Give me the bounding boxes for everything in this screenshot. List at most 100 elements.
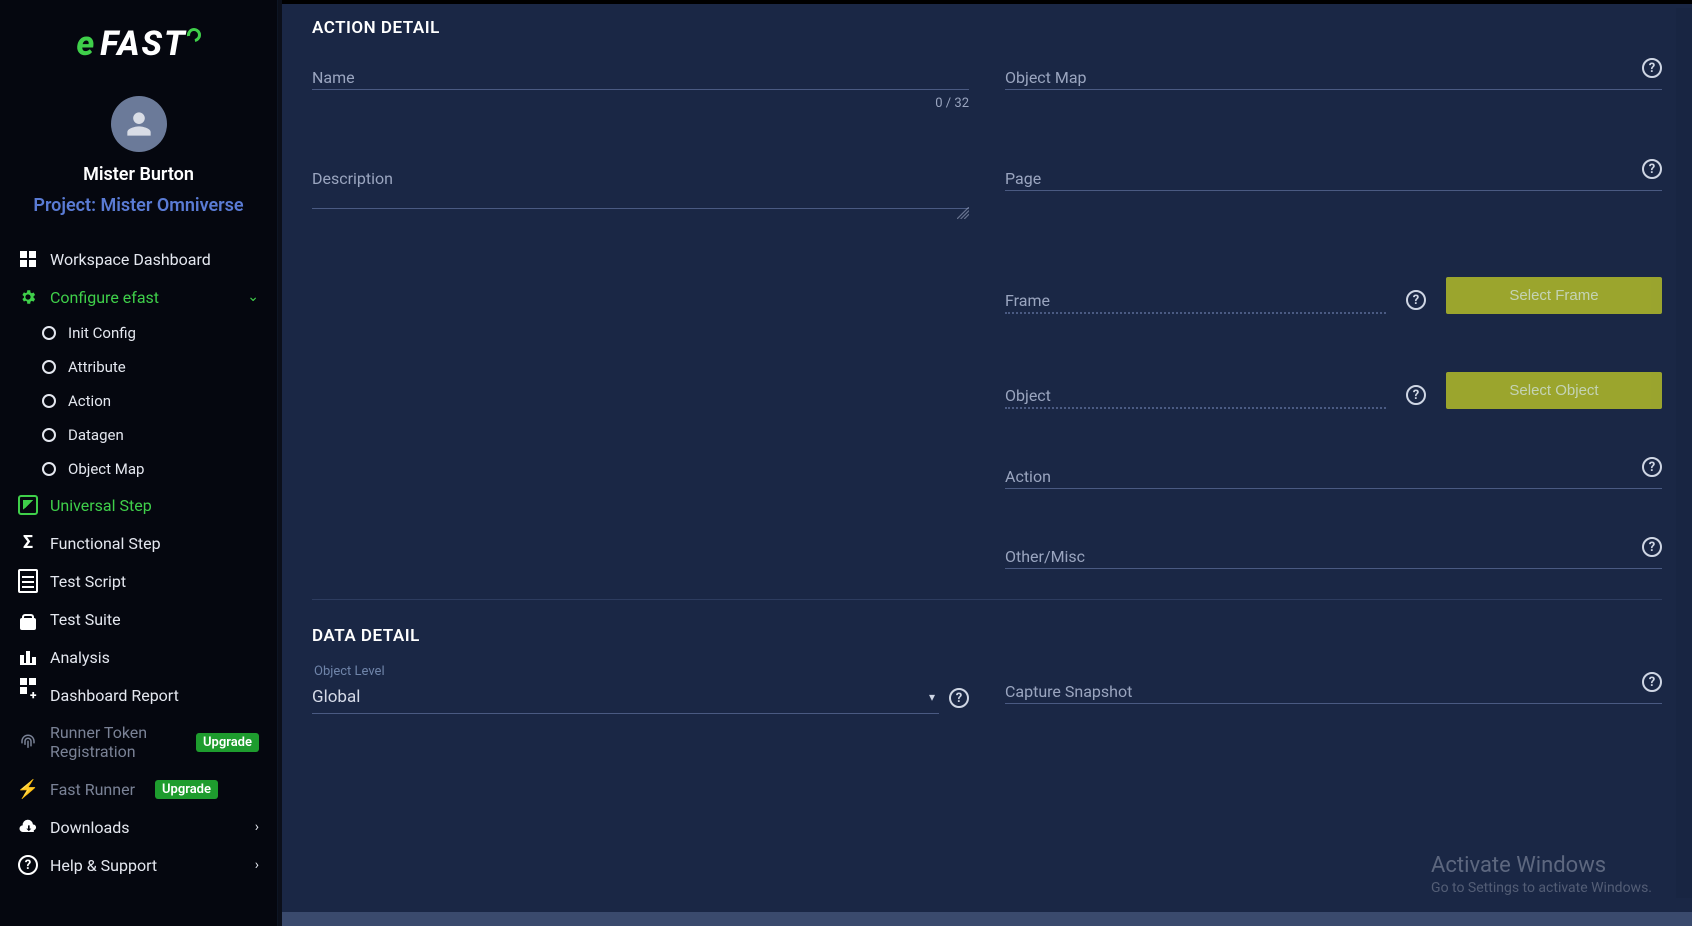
sidebar-subitem-datagen[interactable]: Datagen bbox=[24, 418, 277, 452]
sidebar-item-universal-step[interactable]: Universal Step bbox=[0, 486, 277, 524]
description-label: Description bbox=[312, 169, 969, 188]
help-icon[interactable]: ? bbox=[1642, 672, 1662, 692]
sidebar-item-label: Universal Step bbox=[50, 496, 152, 515]
radio-icon bbox=[42, 394, 56, 408]
radio-icon bbox=[42, 360, 56, 374]
chart-icon bbox=[18, 647, 38, 667]
chevron-down-icon: ⌄ bbox=[247, 289, 259, 305]
help-icon[interactable]: ? bbox=[1642, 537, 1662, 557]
capture-snapshot-label: Capture Snapshot bbox=[1005, 682, 1662, 701]
help-icon[interactable]: ? bbox=[1406, 385, 1426, 405]
suitcase-icon bbox=[18, 609, 38, 629]
object-level-value: Global bbox=[312, 679, 939, 713]
object-field[interactable]: Object bbox=[1005, 386, 1386, 409]
sidebar-item-label: Fast Runner bbox=[50, 780, 135, 799]
sidebar-item-help-support[interactable]: ? Help & Support › bbox=[0, 846, 277, 884]
help-icon[interactable]: ? bbox=[949, 688, 969, 708]
other-misc-field[interactable]: ? Other/Misc bbox=[1005, 547, 1662, 569]
bolt-icon: ⚡ bbox=[18, 779, 38, 799]
data-detail-title: DATA DETAIL bbox=[312, 626, 1662, 646]
sidebar-item-test-script[interactable]: Test Script bbox=[0, 562, 277, 600]
textarea-resize-handle-icon[interactable] bbox=[957, 207, 969, 219]
sidebar-subitem-action[interactable]: Action bbox=[24, 384, 277, 418]
brand-e: e bbox=[76, 24, 96, 64]
caret-down-icon: ▾ bbox=[929, 690, 935, 704]
object-level-label: Object Level bbox=[314, 664, 969, 679]
dashboard-grid-icon bbox=[18, 249, 38, 269]
radio-icon bbox=[42, 462, 56, 476]
horizontal-scrollbar[interactable] bbox=[282, 912, 1692, 926]
section-divider bbox=[312, 599, 1662, 600]
page-label: Page bbox=[1005, 169, 1662, 188]
object-map-field[interactable]: ? Object Map bbox=[1005, 68, 1662, 90]
help-icon[interactable]: ? bbox=[1642, 159, 1662, 179]
sidebar-item-label: Functional Step bbox=[50, 534, 161, 553]
sidebar-item-label: Attribute bbox=[68, 358, 126, 376]
grid-plus-icon bbox=[18, 685, 38, 705]
object-label: Object bbox=[1005, 386, 1386, 405]
chevron-right-icon: › bbox=[255, 819, 259, 835]
description-field[interactable]: Description bbox=[312, 169, 969, 219]
frame-field[interactable]: Frame bbox=[1005, 291, 1386, 314]
sidebar-item-functional-step[interactable]: Σ Functional Step bbox=[0, 524, 277, 562]
sidebar-item-label: Runner Token Registration bbox=[50, 723, 176, 761]
sidebar-item-label: Workspace Dashboard bbox=[50, 250, 211, 269]
avatar-person-icon bbox=[125, 110, 153, 138]
sidebar-nav: Workspace Dashboard Configure efast ⌄ In… bbox=[0, 240, 277, 926]
sidebar-item-downloads[interactable]: Downloads › bbox=[0, 808, 277, 846]
project-label[interactable]: Project: Mister Omniverse bbox=[0, 195, 277, 216]
sidebar-item-label: Object Map bbox=[68, 460, 144, 478]
radio-icon bbox=[42, 326, 56, 340]
sidebar-item-runner-token[interactable]: Runner Token Registration Upgrade bbox=[0, 714, 277, 770]
sidebar: eFAST Mister Burton Project: Mister Omni… bbox=[0, 0, 278, 926]
sidebar-item-label: Datagen bbox=[68, 426, 124, 444]
brand-fast: FAST bbox=[100, 24, 186, 64]
radio-icon bbox=[42, 428, 56, 442]
object-map-label: Object Map bbox=[1005, 68, 1662, 87]
sidebar-item-label: Action bbox=[68, 392, 111, 410]
fingerprint-icon bbox=[18, 732, 38, 752]
windows-activation-watermark: Activate Windows Go to Settings to activ… bbox=[1431, 853, 1652, 896]
sidebar-item-test-suite[interactable]: Test Suite bbox=[0, 600, 277, 638]
action-label: Action bbox=[1005, 467, 1662, 486]
sidebar-item-workspace-dashboard[interactable]: Workspace Dashboard bbox=[0, 240, 277, 278]
step-icon bbox=[18, 495, 38, 515]
chevron-right-icon: › bbox=[255, 857, 259, 873]
sidebar-item-label: Init Config bbox=[68, 324, 136, 342]
other-misc-label: Other/Misc bbox=[1005, 547, 1662, 566]
help-icon[interactable]: ? bbox=[1642, 58, 1662, 78]
select-frame-button[interactable]: Select Frame bbox=[1446, 277, 1662, 314]
select-object-button[interactable]: Select Object bbox=[1446, 372, 1662, 409]
upgrade-badge[interactable]: Upgrade bbox=[196, 733, 259, 752]
frame-label: Frame bbox=[1005, 291, 1386, 310]
action-detail-title: ACTION DETAIL bbox=[312, 18, 1662, 38]
sidebar-item-label: Configure efast bbox=[50, 288, 159, 307]
sigma-icon: Σ bbox=[18, 533, 38, 553]
sidebar-item-label: Test Suite bbox=[50, 610, 121, 629]
cloud-download-icon bbox=[18, 817, 38, 837]
user-name: Mister Burton bbox=[0, 164, 277, 185]
avatar[interactable] bbox=[111, 96, 167, 152]
capture-snapshot-field[interactable]: ? Capture Snapshot bbox=[1005, 682, 1662, 704]
object-level-select[interactable]: Global ▾ bbox=[312, 679, 939, 714]
sidebar-subitem-object-map[interactable]: Object Map bbox=[24, 452, 277, 486]
sidebar-item-fast-runner[interactable]: ⚡ Fast Runner Upgrade bbox=[0, 770, 277, 808]
help-icon[interactable]: ? bbox=[1406, 290, 1426, 310]
sidebar-item-configure-efast[interactable]: Configure efast ⌄ bbox=[0, 278, 277, 316]
name-char-counter: 0 / 32 bbox=[312, 96, 969, 111]
upgrade-badge[interactable]: Upgrade bbox=[155, 780, 218, 799]
gear-icon bbox=[18, 287, 38, 307]
brand-logo: eFAST bbox=[0, 0, 277, 70]
sidebar-subitem-attribute[interactable]: Attribute bbox=[24, 350, 277, 384]
page-field[interactable]: ? Page bbox=[1005, 169, 1662, 191]
configure-sublist: Init Config Attribute Action Datagen Obj… bbox=[0, 316, 277, 486]
sidebar-item-label: Help & Support bbox=[50, 856, 157, 875]
sidebar-item-analysis[interactable]: Analysis bbox=[0, 638, 277, 676]
sidebar-item-dashboard-report[interactable]: Dashboard Report bbox=[0, 676, 277, 714]
help-icon[interactable]: ? bbox=[1642, 457, 1662, 477]
action-field[interactable]: ? Action bbox=[1005, 467, 1662, 489]
sidebar-item-label: Analysis bbox=[50, 648, 110, 667]
sidebar-subitem-init-config[interactable]: Init Config bbox=[24, 316, 277, 350]
name-field[interactable]: Name 0 / 32 bbox=[312, 68, 969, 111]
help-icon: ? bbox=[18, 855, 38, 875]
